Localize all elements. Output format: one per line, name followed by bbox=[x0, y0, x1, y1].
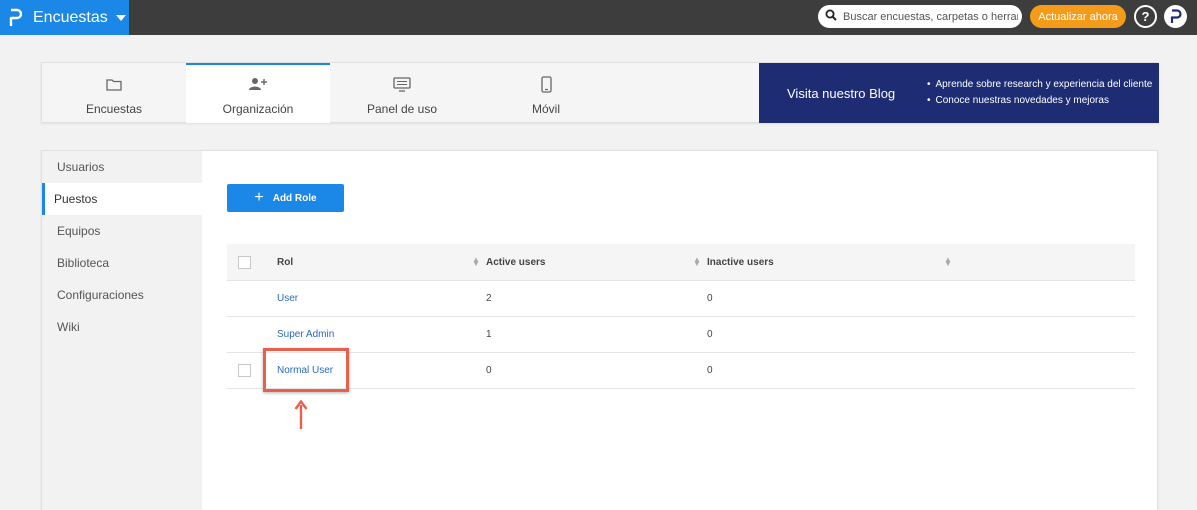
blog-bullet: Conoce nuestras novedades y mejoras bbox=[927, 93, 1152, 109]
mobile-icon bbox=[540, 75, 552, 93]
add-role-label: Add Role bbox=[272, 192, 317, 204]
tab-panel-de-uso[interactable]: Panel de uso bbox=[330, 63, 474, 123]
table-row: Normal User 0 0 bbox=[227, 353, 1135, 389]
tab-label: Móvil bbox=[531, 102, 560, 116]
sidebar-item-biblioteca[interactable]: Biblioteca bbox=[42, 247, 202, 279]
user-add-icon bbox=[248, 75, 268, 93]
main-panel: Usuarios Puestos Equipos Biblioteca Conf… bbox=[41, 150, 1158, 510]
sidebar-item-wiki[interactable]: Wiki bbox=[42, 311, 202, 343]
top-bar: Encuestas Actualizar ahora ? bbox=[0, 0, 1197, 35]
highlight-box bbox=[263, 348, 349, 392]
app-switcher[interactable]: Encuestas bbox=[0, 0, 129, 35]
column-header-active: Active users bbox=[486, 256, 546, 268]
plus-icon: + bbox=[254, 189, 264, 206]
inactive-count: 0 bbox=[707, 329, 713, 340]
blog-title: Visita nuestro Blog bbox=[787, 85, 896, 101]
help-button[interactable]: ? bbox=[1134, 5, 1157, 28]
logo-icon bbox=[9, 8, 25, 28]
tab-encuestas[interactable]: Encuestas bbox=[42, 63, 186, 123]
blog-bullets: Aprende sobre research y experiencia del… bbox=[927, 77, 1153, 109]
blog-banner[interactable]: Visita nuestro Blog Aprende sobre resear… bbox=[759, 63, 1159, 123]
column-header-role: Rol bbox=[277, 256, 294, 268]
sort-icon[interactable]: ▲ ▼ bbox=[472, 256, 480, 268]
folder-icon bbox=[106, 75, 122, 93]
role-link[interactable]: Super Admin bbox=[277, 329, 334, 340]
sidebar-item-puestos[interactable]: Puestos bbox=[42, 183, 202, 215]
add-role-button[interactable]: + Add Role bbox=[227, 184, 344, 212]
tab-organizacion[interactable]: Organización bbox=[186, 63, 330, 123]
monitor-icon bbox=[393, 75, 411, 93]
upgrade-button[interactable]: Actualizar ahora bbox=[1030, 5, 1126, 28]
arrow-up-icon bbox=[294, 400, 308, 429]
tab-label: Organización bbox=[222, 102, 294, 116]
active-count: 2 bbox=[486, 293, 492, 304]
table-row: Super Admin 1 0 bbox=[227, 317, 1135, 353]
sidebar-item-usuarios[interactable]: Usuarios bbox=[42, 151, 202, 183]
tab-label: Encuestas bbox=[85, 102, 143, 116]
sort-icon[interactable]: ▲ ▼ bbox=[693, 256, 701, 268]
blog-bullet: Aprende sobre research y experiencia del… bbox=[927, 77, 1153, 93]
roles-table: Rol ▲ ▼ Active users ▲ ▼ Inactive users ▲ ▼… bbox=[227, 244, 1135, 389]
active-count: 1 bbox=[486, 329, 492, 340]
sidebar-item-configuraciones[interactable]: Configuraciones bbox=[42, 279, 202, 311]
app-title: Encuestas bbox=[33, 8, 108, 26]
search-icon bbox=[825, 8, 837, 26]
search-box[interactable] bbox=[818, 5, 1022, 28]
inactive-count: 0 bbox=[707, 293, 713, 304]
tab-movil[interactable]: Móvil bbox=[474, 63, 618, 123]
module-tabs: Encuestas Organización Panel de uso Móvi… bbox=[41, 62, 1159, 123]
sidebar-item-equipos[interactable]: Equipos bbox=[42, 215, 202, 247]
table-row: User 2 0 bbox=[227, 281, 1135, 317]
search-input[interactable] bbox=[843, 10, 1018, 23]
tab-label: Panel de uso bbox=[366, 102, 438, 116]
sort-icon[interactable]: ▲ ▼ bbox=[944, 256, 952, 268]
inactive-count: 0 bbox=[707, 365, 713, 376]
column-header-inactive: Inactive users bbox=[707, 256, 774, 268]
sidebar: Usuarios Puestos Equipos Biblioteca Conf… bbox=[42, 151, 202, 510]
avatar[interactable] bbox=[1164, 5, 1187, 28]
select-all-checkbox[interactable] bbox=[238, 255, 251, 269]
active-count: 0 bbox=[486, 365, 492, 376]
role-link[interactable]: User bbox=[277, 293, 298, 304]
row-checkbox[interactable] bbox=[238, 364, 251, 377]
table-header: Rol ▲ ▼ Active users ▲ ▼ Inactive users ▲ ▼ bbox=[227, 244, 1135, 281]
chevron-down-icon bbox=[115, 14, 126, 21]
